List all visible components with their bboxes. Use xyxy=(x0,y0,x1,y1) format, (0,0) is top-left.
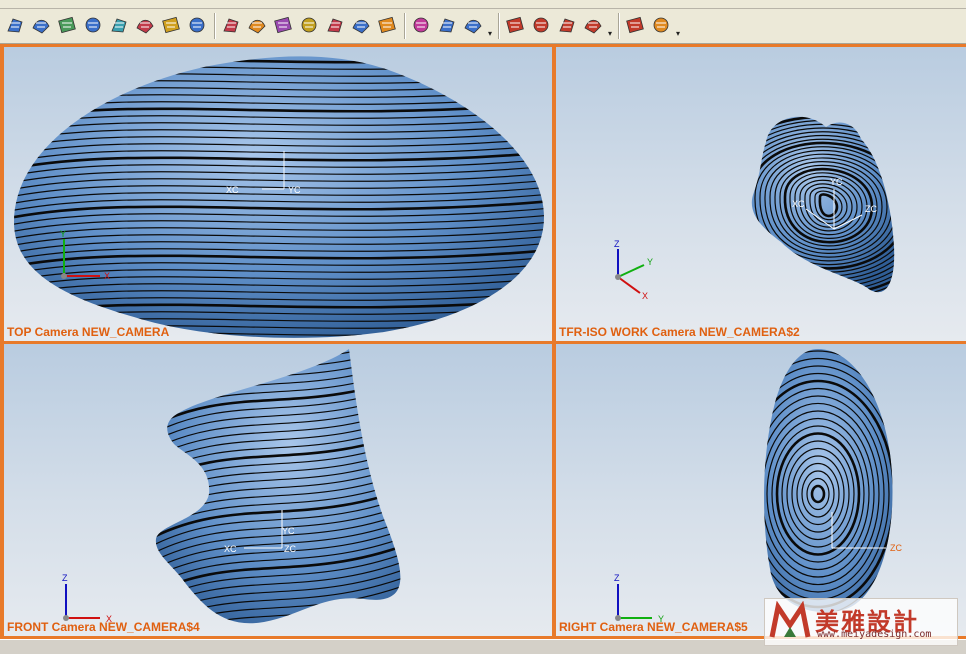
view-triad xyxy=(615,249,645,294)
trim-sheet-icon xyxy=(413,17,429,33)
reflection-analysis-button[interactable] xyxy=(556,14,578,36)
studio-surface-icon xyxy=(301,17,317,33)
bridge-surface-icon xyxy=(223,18,239,33)
view-triad xyxy=(615,584,652,621)
top-view-scene: XC YC Y X xyxy=(14,56,544,338)
viewport-top[interactable]: XC YC Y X TOP Camera NEW_CAMERA xyxy=(4,47,552,341)
toolbar-row-upper xyxy=(0,0,966,9)
rectangle-icon xyxy=(32,19,50,34)
toolbar-separator xyxy=(498,13,500,39)
triad-z-label: Z xyxy=(614,239,620,249)
triad-x-label: X xyxy=(104,271,110,281)
extract-button[interactable] xyxy=(4,14,26,36)
triad-x-label: X xyxy=(642,291,648,301)
snap-point-button[interactable] xyxy=(624,14,646,36)
combed-curve-icon xyxy=(533,17,549,33)
surface-toolbar: ▾ ▾ ▾ xyxy=(0,9,966,44)
front-view-scene: YC XC ZC Z X xyxy=(62,349,401,624)
surface-body xyxy=(14,56,544,338)
through-curve-mesh-icon xyxy=(136,19,154,34)
brand-logo-icon xyxy=(769,601,811,638)
viewport-label: FRONT Camera NEW_CAMERA$4 xyxy=(7,620,200,634)
watermark: 美雅設計 www.meiyadesign.com xyxy=(764,598,958,646)
toolbar-separator xyxy=(214,13,216,39)
triad-z-label: Z xyxy=(62,573,68,583)
sew-button[interactable] xyxy=(436,14,458,36)
viewport-right[interactable]: ZC Z Y RIGHT Camera NEW_CAMERA$5 xyxy=(556,344,966,636)
triad-y-label: Y xyxy=(60,229,66,239)
viewport-label: TFR-ISO WORK Camera NEW_CAMERA$2 xyxy=(559,325,800,339)
draft-analysis-icon xyxy=(584,19,602,34)
offset-surface-button[interactable] xyxy=(376,14,398,36)
triad-y-label: Y xyxy=(647,257,653,267)
toolbar-separator xyxy=(404,13,406,39)
through-curves-button[interactable] xyxy=(108,14,130,36)
n-sided-surface-button[interactable] xyxy=(246,14,268,36)
wcs-x-label: XC xyxy=(224,544,237,554)
wcs-y-label: YC xyxy=(830,177,843,187)
swept-icon xyxy=(162,16,180,34)
show-point-button[interactable] xyxy=(650,14,672,36)
styled-sweep-icon xyxy=(327,18,343,33)
section-surface-button[interactable] xyxy=(186,14,208,36)
wcs-z-label: ZC xyxy=(890,543,902,553)
viewport-grid: XC YC Y X TOP Camera NEW_CAMERA YC XC ZC… xyxy=(0,44,966,639)
transition-icon xyxy=(274,16,292,34)
reflection-analysis-icon xyxy=(559,18,575,33)
wcs-y-label: YC xyxy=(288,185,301,195)
through-curve-mesh-button[interactable] xyxy=(134,14,156,36)
sew-icon xyxy=(439,18,455,33)
law-extension-button[interactable] xyxy=(350,14,372,36)
curve-analysis-icon xyxy=(506,16,524,34)
iso-view-scene: YC XC ZC Z Y X xyxy=(614,116,895,301)
mesh-surface-button[interactable] xyxy=(56,14,78,36)
dropdown-arrow-icon[interactable]: ▾ xyxy=(676,29,680,38)
surface-body xyxy=(155,349,401,624)
brand-url: www.meiyadesign.com xyxy=(817,629,932,640)
x-form-button[interactable] xyxy=(462,14,484,36)
viewport-iso[interactable]: YC XC ZC Z Y X TFR-ISO WORK Camera NEW_C… xyxy=(556,47,966,341)
bridge-surface-button[interactable] xyxy=(220,14,242,36)
mesh-surface-icon xyxy=(58,16,76,34)
ruled-surface-icon xyxy=(85,17,101,33)
styled-sweep-button[interactable] xyxy=(324,14,346,36)
combed-curve-button[interactable] xyxy=(530,14,552,36)
extract-icon xyxy=(7,18,23,33)
n-sided-surface-icon xyxy=(248,19,266,34)
x-form-icon xyxy=(464,19,482,34)
wcs-x-label: XC xyxy=(226,185,239,195)
wcs-y-label: YC xyxy=(282,526,295,536)
view-triad xyxy=(63,584,100,621)
section-surface-icon xyxy=(189,17,205,33)
ruled-surface-button[interactable] xyxy=(82,14,104,36)
viewport-front[interactable]: YC XC ZC Z X FRONT Camera NEW_CAMERA$4 xyxy=(4,344,552,636)
rectangle-button[interactable] xyxy=(30,14,52,36)
triad-z-label: Z xyxy=(614,573,620,583)
snap-point-icon xyxy=(626,16,644,34)
trim-sheet-button[interactable] xyxy=(410,14,432,36)
wcs-z-label: ZC xyxy=(865,204,877,214)
viewport-label: RIGHT Camera NEW_CAMERA$5 xyxy=(559,620,748,634)
law-extension-icon xyxy=(352,19,370,34)
through-curves-icon xyxy=(111,18,127,33)
draft-analysis-button[interactable] xyxy=(582,14,604,36)
wcs-z-label: ZC xyxy=(284,544,296,554)
studio-surface-button[interactable] xyxy=(298,14,320,36)
dropdown-arrow-icon[interactable]: ▾ xyxy=(608,29,612,38)
show-point-icon xyxy=(653,17,669,33)
right-view-scene: ZC Z Y xyxy=(614,349,902,624)
curve-analysis-button[interactable] xyxy=(504,14,526,36)
viewport-label: TOP Camera NEW_CAMERA xyxy=(7,325,170,339)
dropdown-arrow-icon[interactable]: ▾ xyxy=(488,29,492,38)
transition-button[interactable] xyxy=(272,14,294,36)
toolbar-separator xyxy=(618,13,620,39)
swept-button[interactable] xyxy=(160,14,182,36)
wcs-x-label: XC xyxy=(792,199,805,209)
offset-surface-icon xyxy=(378,16,396,34)
